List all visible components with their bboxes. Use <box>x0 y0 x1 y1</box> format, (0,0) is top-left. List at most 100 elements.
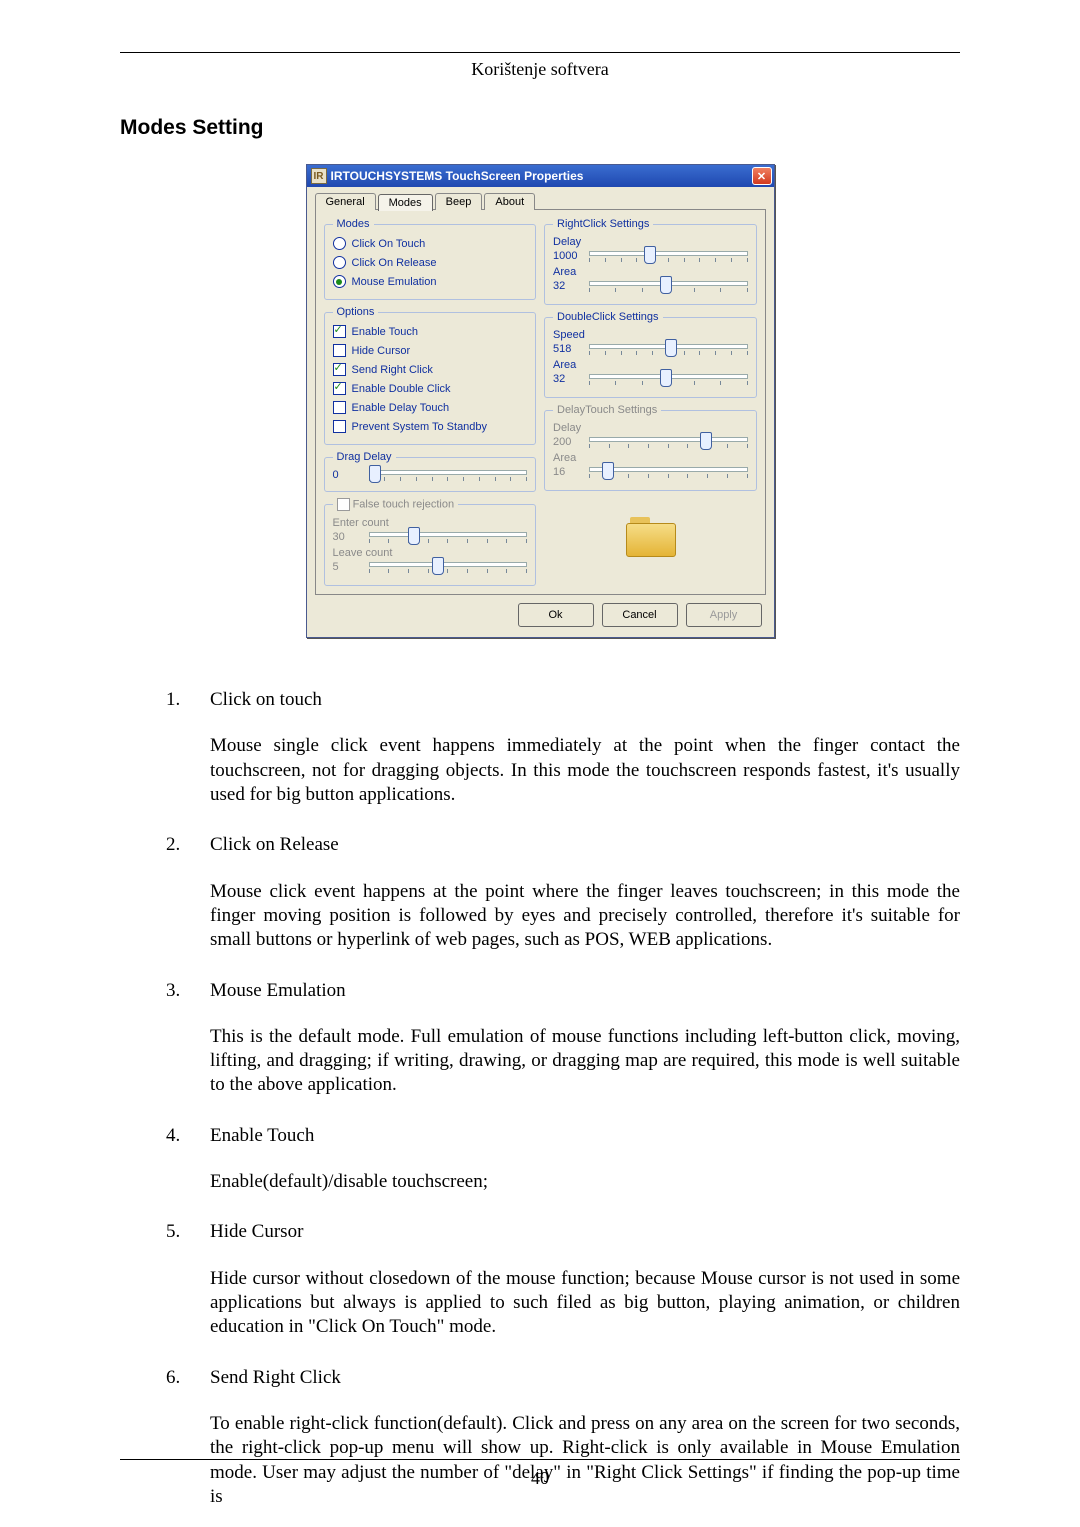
checkbox-icon <box>333 363 346 376</box>
radio-icon <box>333 275 346 288</box>
cb-label: Prevent System To Standby <box>352 421 488 433</box>
rc-area-slider[interactable] <box>589 278 748 294</box>
dc-area-value: 32 <box>553 373 581 385</box>
checkbox-icon <box>333 382 346 395</box>
drag-delay-legend: Drag Delay <box>333 451 396 463</box>
dt-area-label: Area <box>553 452 748 464</box>
item-desc: Hide cursor without closedown of the mou… <box>210 1267 960 1340</box>
properties-window: IR IRTOUCHSYSTEMS TouchScreen Properties… <box>306 164 775 638</box>
false-touch-group: False touch rejection Enter count 30 Lea… <box>324 498 537 586</box>
item-title: Hide Cursor <box>210 1220 960 1244</box>
drag-delay-group: Drag Delay 0 <box>324 451 537 492</box>
tab-strip: General Modes Beep About <box>315 193 766 210</box>
leave-count-value: 5 <box>333 561 361 573</box>
folder-icon[interactable] <box>626 517 674 555</box>
options-legend: Options <box>333 306 379 318</box>
cb-hide-cursor[interactable]: Hide Cursor <box>333 341 528 360</box>
description-list: 1. Click on touch Mouse single click eve… <box>120 688 960 1509</box>
item-title: Enable Touch <box>210 1124 960 1148</box>
leave-count-label: Leave count <box>333 547 528 559</box>
drag-delay-value: 0 <box>333 469 361 481</box>
item-desc: Enable(default)/disable touchscreen; <box>210 1170 960 1194</box>
radio-click-on-release[interactable]: Click On Release <box>333 253 528 272</box>
checkbox-icon <box>333 344 346 357</box>
item-title: Click on touch <box>210 688 960 712</box>
item-desc: Mouse click event happens at the point w… <box>210 880 960 953</box>
enter-count-slider <box>369 529 528 545</box>
checkbox-icon <box>333 325 346 338</box>
running-header: Korištenje softvera <box>120 59 960 80</box>
radio-icon <box>333 237 346 250</box>
cb-label: Enable Touch <box>352 326 418 338</box>
doubleclick-legend: DoubleClick Settings <box>553 311 663 323</box>
rc-delay-slider[interactable] <box>589 248 748 264</box>
list-item: 3. Mouse Emulation This is the default m… <box>166 979 960 1098</box>
dt-delay-slider <box>589 434 748 450</box>
cb-enable-delay-touch[interactable]: Enable Delay Touch <box>333 398 528 417</box>
cb-prevent-standby[interactable]: Prevent System To Standby <box>333 417 528 436</box>
dc-area-slider[interactable] <box>589 371 748 387</box>
item-title: Mouse Emulation <box>210 979 960 1003</box>
ok-button[interactable]: Ok <box>518 603 594 627</box>
item-desc: Mouse single click event happens immedia… <box>210 734 960 807</box>
radio-label: Mouse Emulation <box>352 276 437 288</box>
tab-about[interactable]: About <box>484 193 535 210</box>
tab-beep[interactable]: Beep <box>435 193 483 210</box>
cb-enable-double-click[interactable]: Enable Double Click <box>333 379 528 398</box>
page-number: 40 <box>531 1468 549 1488</box>
app-icon: IR <box>311 168 327 184</box>
tab-general[interactable]: General <box>315 193 376 210</box>
dt-area-slider <box>589 464 748 480</box>
radio-mouse-emulation[interactable]: Mouse Emulation <box>333 272 528 291</box>
item-number: 1. <box>166 688 210 807</box>
dc-speed-label: Speed <box>553 329 748 341</box>
cancel-button[interactable]: Cancel <box>602 603 678 627</box>
cb-enable-touch[interactable]: Enable Touch <box>333 322 528 341</box>
item-desc: This is the default mode. Full emulation… <box>210 1025 960 1098</box>
modes-legend: Modes <box>333 218 374 230</box>
radio-label: Click On Touch <box>352 238 426 250</box>
section-title: Modes Setting <box>120 116 960 140</box>
dt-delay-value: 200 <box>553 436 581 448</box>
dt-delay-label: Delay <box>553 422 748 434</box>
rightclick-group: RightClick Settings Delay 1000 Area <box>544 218 757 305</box>
page-footer: 40 <box>120 1459 960 1489</box>
list-item: 5. Hide Cursor Hide cursor without close… <box>166 1220 960 1339</box>
titlebar: IR IRTOUCHSYSTEMS TouchScreen Properties… <box>307 165 774 187</box>
checkbox-icon[interactable] <box>337 498 350 511</box>
dt-area-value: 16 <box>553 466 581 478</box>
list-item: 2. Click on Release Mouse click event ha… <box>166 833 960 952</box>
cb-label: Enable Double Click <box>352 383 451 395</box>
leave-count-slider <box>369 559 528 575</box>
item-title: Send Right Click <box>210 1366 960 1390</box>
cb-send-right-click[interactable]: Send Right Click <box>333 360 528 379</box>
rc-area-label: Area <box>553 266 748 278</box>
dc-speed-value: 518 <box>553 343 581 355</box>
radio-label: Click On Release <box>352 257 437 269</box>
enter-count-label: Enter count <box>333 517 528 529</box>
false-touch-legend: False touch rejection <box>353 498 455 510</box>
item-number: 3. <box>166 979 210 1098</box>
rc-delay-value: 1000 <box>553 250 581 262</box>
close-button[interactable]: ✕ <box>752 167 772 185</box>
cb-label: Hide Cursor <box>352 345 411 357</box>
rightclick-legend: RightClick Settings <box>553 218 653 230</box>
list-item: 1. Click on touch Mouse single click eve… <box>166 688 960 807</box>
cb-label: Enable Delay Touch <box>352 402 450 414</box>
cb-label: Send Right Click <box>352 364 433 376</box>
item-title: Click on Release <box>210 833 960 857</box>
dc-speed-slider[interactable] <box>589 341 748 357</box>
checkbox-icon <box>333 420 346 433</box>
drag-delay-slider[interactable] <box>369 467 528 483</box>
checkbox-icon <box>333 401 346 414</box>
tab-modes[interactable]: Modes <box>378 194 433 211</box>
modes-group: Modes Click On Touch Click On Release <box>324 218 537 300</box>
radio-click-on-touch[interactable]: Click On Touch <box>333 234 528 253</box>
options-group: Options Enable Touch Hide Cursor Send Ri… <box>324 306 537 445</box>
radio-icon <box>333 256 346 269</box>
doubleclick-group: DoubleClick Settings Speed 518 Area <box>544 311 757 398</box>
item-number: 2. <box>166 833 210 952</box>
delaytouch-legend: DelayTouch Settings <box>553 404 661 416</box>
apply-button[interactable]: Apply <box>686 603 762 627</box>
delaytouch-group: DelayTouch Settings Delay 200 Area <box>544 404 757 491</box>
